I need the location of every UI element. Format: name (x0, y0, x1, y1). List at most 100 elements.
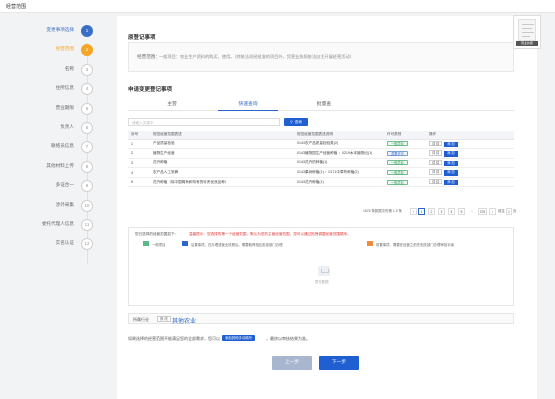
selected-warning: 温馨提示：您选择的第一个经营范围，默认为您的主营经营范围，您可以通过拖拽调整经营… (189, 232, 351, 236)
step-item[interactable]: 实名认证 12 (0, 238, 100, 251)
add-manual-button[interactable]: 添加其他手动填写 (222, 335, 256, 341)
next-step-button[interactable]: 下一步 (319, 356, 359, 370)
page-prev-button[interactable]: ‹ (410, 208, 417, 215)
cell-type: 一般项目 (384, 167, 426, 178)
industry-row: 所属行业 修 改 其他农业 (128, 313, 514, 325)
step-number: 1 (81, 25, 93, 37)
original-section-title: 原登记事项 (128, 35, 156, 41)
step-item[interactable]: 负责人 6 (0, 122, 100, 134)
step-number: 10 (81, 199, 93, 212)
chevron-left-icon: ‹ (412, 210, 415, 214)
step-item[interactable]: 经营范围 2 (0, 44, 100, 57)
original-scope-box: 经营范围： 一般项目：农业生产资料的购买、使用。（除依法须经批准的项目外，凭营业… (128, 42, 514, 72)
step-label: 负责人 (60, 124, 74, 129)
detail-button[interactable]: 详 情 (429, 178, 443, 185)
page-number-button[interactable]: 4 (448, 208, 455, 215)
cell-no: 5 (128, 177, 150, 188)
keyword-search-input[interactable]: 请输入关键字 (128, 118, 280, 126)
empty-text: 暂无数据 (315, 280, 329, 284)
step-number: 5 (81, 102, 93, 115)
tab-batch-search[interactable]: 批量查 (294, 100, 354, 111)
step-number: 9 (81, 180, 93, 193)
legend-swatch-general (143, 241, 149, 246)
goto-page-input[interactable]: 1 (506, 208, 512, 215)
type-badge: 一般项目 (387, 170, 408, 176)
cell-actions: 详 情添 加 (426, 158, 514, 169)
step-item[interactable]: 多证合一 9 (0, 180, 100, 193)
step-item[interactable]: 涉外采集 10 (0, 199, 100, 212)
cell-scope-desc: 0143农产品质量检验类(2) (294, 139, 384, 150)
page-number-button[interactable]: 2 (428, 208, 435, 215)
step-number: 7 (81, 141, 93, 154)
top-bar: 经营范围 (0, 0, 555, 13)
col-header-desc: 规范经营范围表述说明 (294, 131, 384, 140)
goto-prefix: 前往 (498, 209, 505, 213)
step-label: 其他材料上传 (46, 162, 74, 168)
page-next-button[interactable]: › (489, 208, 496, 215)
industry-modify-button[interactable]: 修 改 (157, 316, 171, 322)
prev-step-button[interactable]: 上一步 (272, 356, 312, 370)
tab-main[interactable]: 主营 (142, 100, 202, 111)
bottom-note-prefix: 如果选择的经营范围不能满足您的全部需求，您可以 (128, 336, 220, 341)
type-badge: 一般项目 (387, 141, 408, 147)
page-number-button[interactable]: 1 (418, 208, 425, 215)
add-button[interactable]: 添 加 (444, 170, 458, 176)
table-row: 2 植物生产经营 0143植物园生产经营种植 ：0219木本植物出(1) 重要许可 详 … (128, 148, 514, 159)
step-item[interactable]: 变更事项选择 1 (0, 25, 100, 37)
type-badge: 重要许可 (387, 150, 408, 156)
original-scope-value: 一般项目：农业生产资料的购买、使用。（除依法须经批准的项目外，凭营业执照依法自主… (159, 54, 354, 59)
legend-swatch-pre (367, 241, 373, 246)
cell-no: 4 (128, 167, 150, 178)
add-button[interactable]: 添 加 (444, 141, 458, 148)
step-item[interactable]: 联络员信息 7 (0, 141, 100, 154)
cell-type: 一般项目 (384, 139, 426, 150)
col-header-type: 许可类别 (384, 131, 426, 140)
table-header-row: 序号 规范经营范围表述 规范经营范围表述说明 许可类别 操作 (128, 131, 514, 140)
detail-button[interactable]: 详 情 (429, 159, 443, 166)
search-button[interactable]: ⚲ 查询 (284, 118, 308, 126)
type-badge: 一般项目 (387, 179, 408, 185)
step-item[interactable]: 名称 3 (0, 63, 100, 76)
search-placeholder: 请输入关键字 (132, 120, 154, 125)
cell-scope-name: 农产品人工采摘 (150, 167, 294, 178)
step-item[interactable]: 其他材料上传 8 (0, 160, 100, 173)
step-label: 名称 (64, 65, 74, 71)
col-header-action: 操作 (426, 131, 514, 140)
step-label: 营业期限 (55, 104, 74, 110)
step-item[interactable]: 住所信息 4 (0, 83, 100, 96)
cell-no: 1 (128, 139, 150, 150)
cell-scope-name: 花卉种植（除中国稀有和特有的珍贵优良品种） (150, 177, 294, 188)
detail-button[interactable]: 详 情 (429, 140, 443, 147)
chevron-right-icon: › (491, 210, 494, 214)
legend-swatch-post (182, 241, 188, 246)
add-button[interactable]: 添 加 (444, 160, 458, 167)
scope-tabs: 主营 快速查询 批量查 (128, 99, 514, 111)
cell-no: 2 (128, 148, 150, 159)
page-number-button[interactable]: 376 (478, 208, 487, 215)
step-item[interactable]: 营业期限 5 (0, 102, 100, 115)
cell-scope-desc: 0143果树种植(1) ：0171中草药种植(2) (294, 167, 384, 178)
search-icon: ⚲ (290, 120, 293, 124)
detail-button[interactable]: 详 情 (429, 169, 443, 175)
detail-button[interactable]: 详 情 (429, 150, 443, 156)
page-number-button[interactable]: 5 (458, 208, 465, 215)
table-row: 1 产品质量检验 0143农产品质量检验类(2) 一般项目 详 情添 加 (128, 139, 514, 150)
cell-actions: 详 情添 加 (426, 139, 514, 150)
empty-box-icon (318, 266, 330, 276)
tab-quick-search[interactable]: 快速查询 (218, 100, 278, 111)
page-number-button[interactable]: 3 (438, 208, 445, 215)
add-button[interactable]: 添 加 (444, 151, 458, 157)
type-badge: 一般项目 (387, 160, 408, 166)
table-row: 4 农产品人工采摘 0143果树种植(1) ：0171中草药种植(2) 一般项目 详 情… (128, 167, 514, 178)
col-header-name: 规范经营范围表述 (150, 131, 294, 140)
add-button[interactable]: 添 加 (444, 179, 458, 186)
step-item[interactable]: 委托代理人信息 11 (0, 219, 100, 231)
scope-table: 序号 规范经营范围表述 规范经营范围表述说明 许可类别 操作 1 产品质量检验 01… (128, 131, 514, 188)
cell-scope-name: 花卉种植 (150, 158, 294, 169)
license-thumbnail[interactable]: 营业执照 (513, 15, 541, 49)
step-label: 多证合一 (55, 182, 74, 188)
goto-suffix: 页 (513, 209, 517, 213)
cell-scope-desc: 0143植物园生产经营种植 ：0219木本植物出(1) (294, 148, 384, 159)
license-page-icon (518, 19, 536, 41)
step-number: 12 (81, 238, 93, 251)
